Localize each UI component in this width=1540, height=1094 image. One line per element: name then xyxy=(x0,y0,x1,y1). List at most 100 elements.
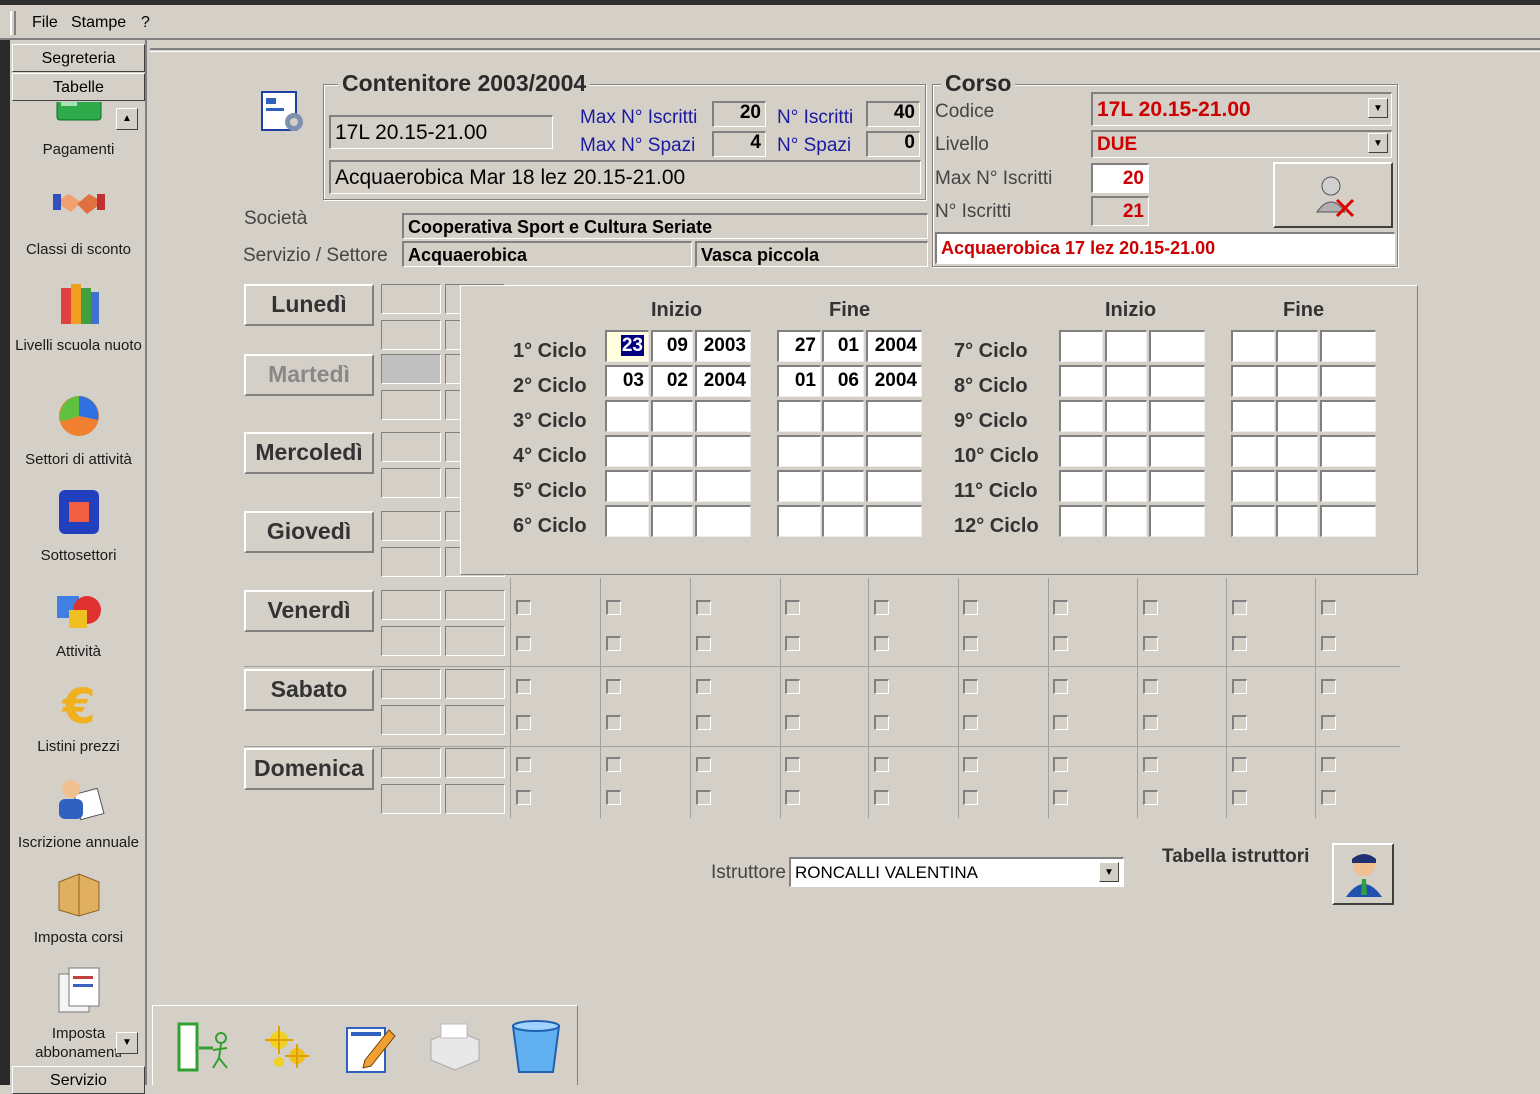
cycle-end-field[interactable]: 01 xyxy=(777,365,821,397)
cycle-end-field[interactable] xyxy=(866,505,922,537)
cycle-end-field[interactable] xyxy=(822,435,864,467)
time-cell-from[interactable] xyxy=(381,320,441,350)
cycle-end-field[interactable] xyxy=(866,400,922,432)
day-checkbox[interactable] xyxy=(1143,790,1158,805)
cycle-end-field[interactable] xyxy=(1320,330,1376,362)
cycle-end-field[interactable]: 2004 xyxy=(866,330,922,362)
day-checkbox[interactable] xyxy=(606,600,621,615)
day-checkbox[interactable] xyxy=(606,757,621,772)
codice-select[interactable]: 17L 20.15-21.00 xyxy=(1091,92,1392,126)
cycle-end-field[interactable] xyxy=(822,505,864,537)
cycle-end-field[interactable] xyxy=(1276,470,1318,502)
cycle-end-field[interactable]: 06 xyxy=(822,365,864,397)
new-button[interactable] xyxy=(257,1016,319,1078)
sidebar-item-iscrizione[interactable]: Iscrizione annuale xyxy=(12,775,145,852)
cycle-start-field[interactable] xyxy=(1105,470,1147,502)
day-checkbox[interactable] xyxy=(963,636,978,651)
day-checkbox[interactable] xyxy=(963,600,978,615)
day-checkbox[interactable] xyxy=(1053,636,1068,651)
cycle-end-field[interactable] xyxy=(777,505,821,537)
cycle-start-field[interactable] xyxy=(695,505,751,537)
contenitore-description-field[interactable]: Acquaerobica Mar 18 lez 20.15-21.00 xyxy=(329,160,921,194)
livello-dropdown-icon[interactable]: ▼ xyxy=(1368,133,1388,153)
cycle-end-field[interactable] xyxy=(1231,435,1275,467)
day-checkbox[interactable] xyxy=(606,715,621,730)
day-checkbox[interactable] xyxy=(696,790,711,805)
cycle-start-field[interactable] xyxy=(695,400,751,432)
day-venerdi[interactable]: Venerdì xyxy=(244,590,374,632)
day-martedi[interactable]: Martedì xyxy=(244,354,374,396)
day-checkbox[interactable] xyxy=(516,757,531,772)
time-cell-from[interactable] xyxy=(381,354,441,384)
day-checkbox[interactable] xyxy=(1143,757,1158,772)
cycle-start-field[interactable] xyxy=(1105,400,1147,432)
time-cell-to[interactable] xyxy=(445,784,505,814)
cycle-end-field[interactable]: 01 xyxy=(822,330,864,362)
delete-button[interactable] xyxy=(505,1016,567,1078)
cycle-start-field[interactable] xyxy=(1149,470,1205,502)
cycle-start-field[interactable] xyxy=(1059,330,1103,362)
day-checkbox[interactable] xyxy=(785,600,800,615)
cycle-start-field[interactable] xyxy=(651,505,693,537)
cycle-start-field[interactable]: 2004 xyxy=(695,365,751,397)
cycle-end-field[interactable] xyxy=(1231,365,1275,397)
day-giovedi[interactable]: Giovedì xyxy=(244,511,374,553)
cycle-end-field[interactable] xyxy=(822,470,864,502)
day-checkbox[interactable] xyxy=(1053,600,1068,615)
time-cell-to[interactable] xyxy=(445,669,505,699)
cycle-end-field[interactable] xyxy=(1276,330,1318,362)
cycle-start-field[interactable] xyxy=(605,505,649,537)
cycle-end-field[interactable] xyxy=(1276,435,1318,467)
time-cell-to[interactable] xyxy=(445,626,505,656)
cycle-start-field[interactable] xyxy=(1059,505,1103,537)
day-checkbox[interactable] xyxy=(1232,636,1247,651)
time-cell-from[interactable] xyxy=(381,626,441,656)
time-cell-to[interactable] xyxy=(445,590,505,620)
day-checkbox[interactable] xyxy=(516,636,531,651)
cycle-end-field[interactable]: 27 xyxy=(777,330,821,362)
cycle-end-field[interactable] xyxy=(1320,400,1376,432)
contenitore-code-field[interactable]: 17L 20.15-21.00 xyxy=(329,115,553,149)
max-iscritti-field[interactable]: 20 xyxy=(712,101,766,127)
cycle-end-field[interactable] xyxy=(1276,505,1318,537)
menu-help[interactable]: ? xyxy=(141,14,150,32)
time-cell-from[interactable] xyxy=(381,669,441,699)
day-checkbox[interactable] xyxy=(874,757,889,772)
day-checkbox[interactable] xyxy=(874,790,889,805)
day-checkbox[interactable] xyxy=(696,679,711,694)
cycle-end-field[interactable] xyxy=(1231,470,1275,502)
day-checkbox[interactable] xyxy=(874,679,889,694)
day-checkbox[interactable] xyxy=(785,679,800,694)
sidebar-scroll-up[interactable]: ▲ xyxy=(116,108,138,130)
cycle-end-field[interactable]: 2004 xyxy=(866,365,922,397)
sidebar-item-listini[interactable]: € Listini prezzi xyxy=(12,679,145,756)
day-checkbox[interactable] xyxy=(516,600,531,615)
livello-select[interactable]: DUE xyxy=(1091,130,1392,158)
istruttore-select[interactable]: RONCALLI VALENTINA xyxy=(789,857,1124,887)
cycle-start-field[interactable] xyxy=(651,470,693,502)
sidebar-scroll-down[interactable]: ▼ xyxy=(116,1032,138,1054)
servizio-field[interactable]: Acquaerobica xyxy=(402,241,692,267)
menu-file[interactable]: File xyxy=(32,14,58,32)
cycle-start-field[interactable] xyxy=(651,400,693,432)
cycle-start-field[interactable]: 2003 xyxy=(695,330,751,362)
cycle-start-field[interactable] xyxy=(1105,330,1147,362)
day-checkbox[interactable] xyxy=(1143,679,1158,694)
time-cell-to[interactable] xyxy=(445,748,505,778)
cycle-start-field[interactable] xyxy=(605,435,649,467)
time-cell-from[interactable] xyxy=(381,432,441,462)
day-checkbox[interactable] xyxy=(1143,636,1158,651)
day-checkbox[interactable] xyxy=(1232,790,1247,805)
cycle-start-field[interactable] xyxy=(1059,435,1103,467)
day-checkbox[interactable] xyxy=(874,600,889,615)
day-checkbox[interactable] xyxy=(785,757,800,772)
day-checkbox[interactable] xyxy=(516,679,531,694)
cycle-start-field[interactable] xyxy=(1149,505,1205,537)
cycle-start-field[interactable] xyxy=(695,435,751,467)
day-checkbox[interactable] xyxy=(1053,679,1068,694)
time-cell-from[interactable] xyxy=(381,511,441,541)
cycle-end-field[interactable] xyxy=(1320,435,1376,467)
cycle-start-field[interactable]: 09 xyxy=(651,330,693,362)
day-checkbox[interactable] xyxy=(606,679,621,694)
day-checkbox[interactable] xyxy=(1143,600,1158,615)
